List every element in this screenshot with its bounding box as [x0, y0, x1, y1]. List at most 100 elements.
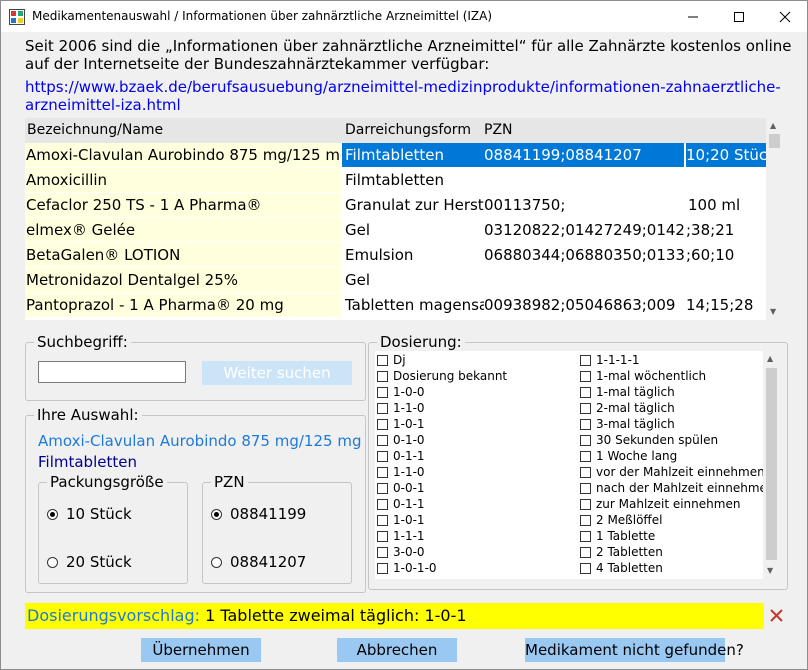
dosage-option[interactable]: 0-1-1: [377, 448, 425, 464]
checkbox-icon[interactable]: [580, 546, 591, 558]
checkbox-icon[interactable]: [580, 386, 591, 398]
checkbox-icon[interactable]: [377, 514, 388, 526]
scroll-up-icon[interactable]: ▲: [770, 121, 776, 130]
maximize-button[interactable]: [716, 1, 761, 32]
checkbox-icon[interactable]: [580, 370, 591, 382]
cancel-button[interactable]: Abbrechen: [337, 638, 457, 662]
checkbox-icon[interactable]: [580, 530, 591, 542]
dosage-option[interactable]: 2 Meßlöffel: [580, 512, 662, 528]
checkbox-icon[interactable]: [377, 482, 388, 494]
checkbox-icon[interactable]: [377, 402, 388, 414]
scroll-up-icon[interactable]: ▲: [767, 354, 773, 363]
dosage-option[interactable]: 1-0-1: [377, 512, 425, 528]
cell-name: Cefaclor 250 TS - 1 A Pharma®: [25, 193, 341, 217]
dosage-option[interactable]: Dosierung bekannt: [377, 368, 507, 384]
minimize-button[interactable]: [670, 1, 715, 32]
cell-pack: [686, 168, 766, 192]
dosage-scrollbar[interactable]: ▲ ▼: [763, 351, 780, 579]
checkbox-icon[interactable]: [377, 466, 388, 478]
table-row[interactable]: Amoxi-Clavulan Aurobindo 875 mg/125 mg F…: [25, 143, 766, 168]
iza-link[interactable]: https://www.bzaek.de/berufsausuebung/arz…: [25, 78, 795, 114]
cell-form: Gel: [345, 221, 371, 239]
app-icon: [9, 9, 25, 25]
accept-button[interactable]: Übernehmen: [141, 638, 261, 662]
dosage-option[interactable]: vor der Mahlzeit einnehmen: [580, 464, 765, 480]
cell-pzn: [484, 268, 684, 292]
dosage-option[interactable]: zur Mahlzeit einnehmen: [580, 496, 740, 512]
checkbox-icon[interactable]: [377, 434, 388, 446]
dosage-option[interactable]: nach der Mahlzeit einnehmen: [580, 480, 775, 496]
clear-suggestion-icon[interactable]: [769, 608, 784, 623]
table-row[interactable]: elmex® Gelée Gel 03120822;01427249;01425…: [25, 218, 766, 243]
search-input[interactable]: [38, 361, 186, 383]
checkbox-icon[interactable]: [580, 562, 591, 574]
table-row[interactable]: Pantoprazol - 1 A Pharma® 20 mg Tablette…: [25, 293, 766, 318]
scroll-down-icon[interactable]: ▼: [767, 566, 773, 575]
dosage-option[interactable]: 0-1-0: [377, 432, 425, 448]
dosage-option[interactable]: 1 Woche lang: [580, 448, 677, 464]
medication-not-found-button[interactable]: Medikament nicht gefunden?: [525, 638, 744, 662]
dosage-option[interactable]: Dj: [377, 352, 406, 368]
checkbox-icon[interactable]: [377, 546, 388, 558]
dosage-option-label: Dj: [393, 353, 406, 367]
dosage-option[interactable]: 2 Tabletten: [580, 544, 663, 560]
table-row[interactable]: Metronidazol Dentalgel 25% Gel: [25, 268, 766, 293]
dosage-scroll-thumb[interactable]: [766, 368, 777, 560]
dosage-list[interactable]: Dj Dosierung bekannt 1-0-0 1-1-0 1-0-1 0…: [375, 351, 780, 579]
close-button[interactable]: [762, 1, 807, 32]
dosage-option[interactable]: 1-1-1-1: [580, 352, 640, 368]
column-header-name[interactable]: Bezeichnung/Name: [27, 122, 163, 138]
checkbox-icon[interactable]: [580, 466, 591, 478]
scroll-down-icon[interactable]: ▼: [770, 307, 776, 316]
dosage-option[interactable]: 3-0-0: [377, 544, 425, 560]
checkbox-icon[interactable]: [377, 450, 388, 462]
radio-icon[interactable]: [211, 556, 222, 568]
checkbox-icon[interactable]: [377, 562, 388, 574]
dosage-option[interactable]: 3-mal täglich: [580, 416, 675, 432]
checkbox-icon[interactable]: [377, 370, 388, 382]
checkbox-icon[interactable]: [580, 402, 591, 414]
dosage-option[interactable]: 0-0-1: [377, 480, 425, 496]
dosage-option[interactable]: 2-mal täglich: [580, 400, 675, 416]
table-row[interactable]: BetaGalen® LOTION Emulsion 06880344;0688…: [25, 243, 766, 268]
checkbox-icon[interactable]: [377, 386, 388, 398]
checkbox-icon[interactable]: [377, 354, 388, 366]
checkbox-icon[interactable]: [580, 450, 591, 462]
dosage-option[interactable]: 30 Sekunden spülen: [580, 432, 718, 448]
dosage-option[interactable]: 1-0-1-0: [377, 560, 437, 576]
dosage-option[interactable]: 1-1-0: [377, 400, 425, 416]
dosage-option[interactable]: 1-0-0: [377, 384, 425, 400]
table-row[interactable]: Cefaclor 250 TS - 1 A Pharma® Granulat z…: [25, 193, 766, 218]
checkbox-icon[interactable]: [377, 418, 388, 430]
grid-scroll-thumb[interactable]: [769, 134, 780, 148]
package-size-option[interactable]: 10 Stück: [47, 505, 132, 523]
column-header-form[interactable]: Darreichungsform: [345, 122, 471, 138]
dosage-option[interactable]: 1-mal täglich: [580, 384, 675, 400]
radio-selected-icon[interactable]: [211, 508, 222, 520]
checkbox-icon[interactable]: [580, 418, 591, 430]
search-next-button[interactable]: Weiter suchen: [202, 361, 352, 385]
checkbox-icon[interactable]: [377, 498, 388, 510]
dosage-option[interactable]: 1 Tablette: [580, 528, 655, 544]
dosage-option[interactable]: 1-mal wöchentlich: [580, 368, 706, 384]
pzn-option[interactable]: 08841199: [211, 505, 306, 523]
dosage-option[interactable]: 0-1-1: [377, 496, 425, 512]
pzn-option[interactable]: 08841207: [211, 553, 306, 571]
checkbox-icon[interactable]: [580, 482, 591, 494]
dosage-option[interactable]: 1-0-1: [377, 416, 425, 432]
checkbox-icon[interactable]: [377, 530, 388, 542]
table-row[interactable]: Amoxicillin Filmtabletten: [25, 168, 766, 193]
package-size-option[interactable]: 20 Stück: [47, 553, 132, 571]
dosage-option[interactable]: 4 Tabletten: [580, 560, 663, 576]
checkbox-icon[interactable]: [580, 498, 591, 510]
dosage-option[interactable]: 1-1-0: [377, 464, 425, 480]
medication-grid[interactable]: Bezeichnung/Name Darreichungsform PZN Am…: [25, 118, 783, 320]
checkbox-icon[interactable]: [580, 514, 591, 526]
radio-icon[interactable]: [47, 556, 58, 568]
checkbox-icon[interactable]: [580, 434, 591, 446]
column-header-pzn[interactable]: PZN: [484, 122, 513, 138]
checkbox-icon[interactable]: [580, 354, 591, 366]
radio-selected-icon[interactable]: [47, 508, 58, 520]
grid-scrollbar[interactable]: ▲ ▼: [766, 118, 783, 320]
dosage-option[interactable]: 1-1-1: [377, 528, 425, 544]
